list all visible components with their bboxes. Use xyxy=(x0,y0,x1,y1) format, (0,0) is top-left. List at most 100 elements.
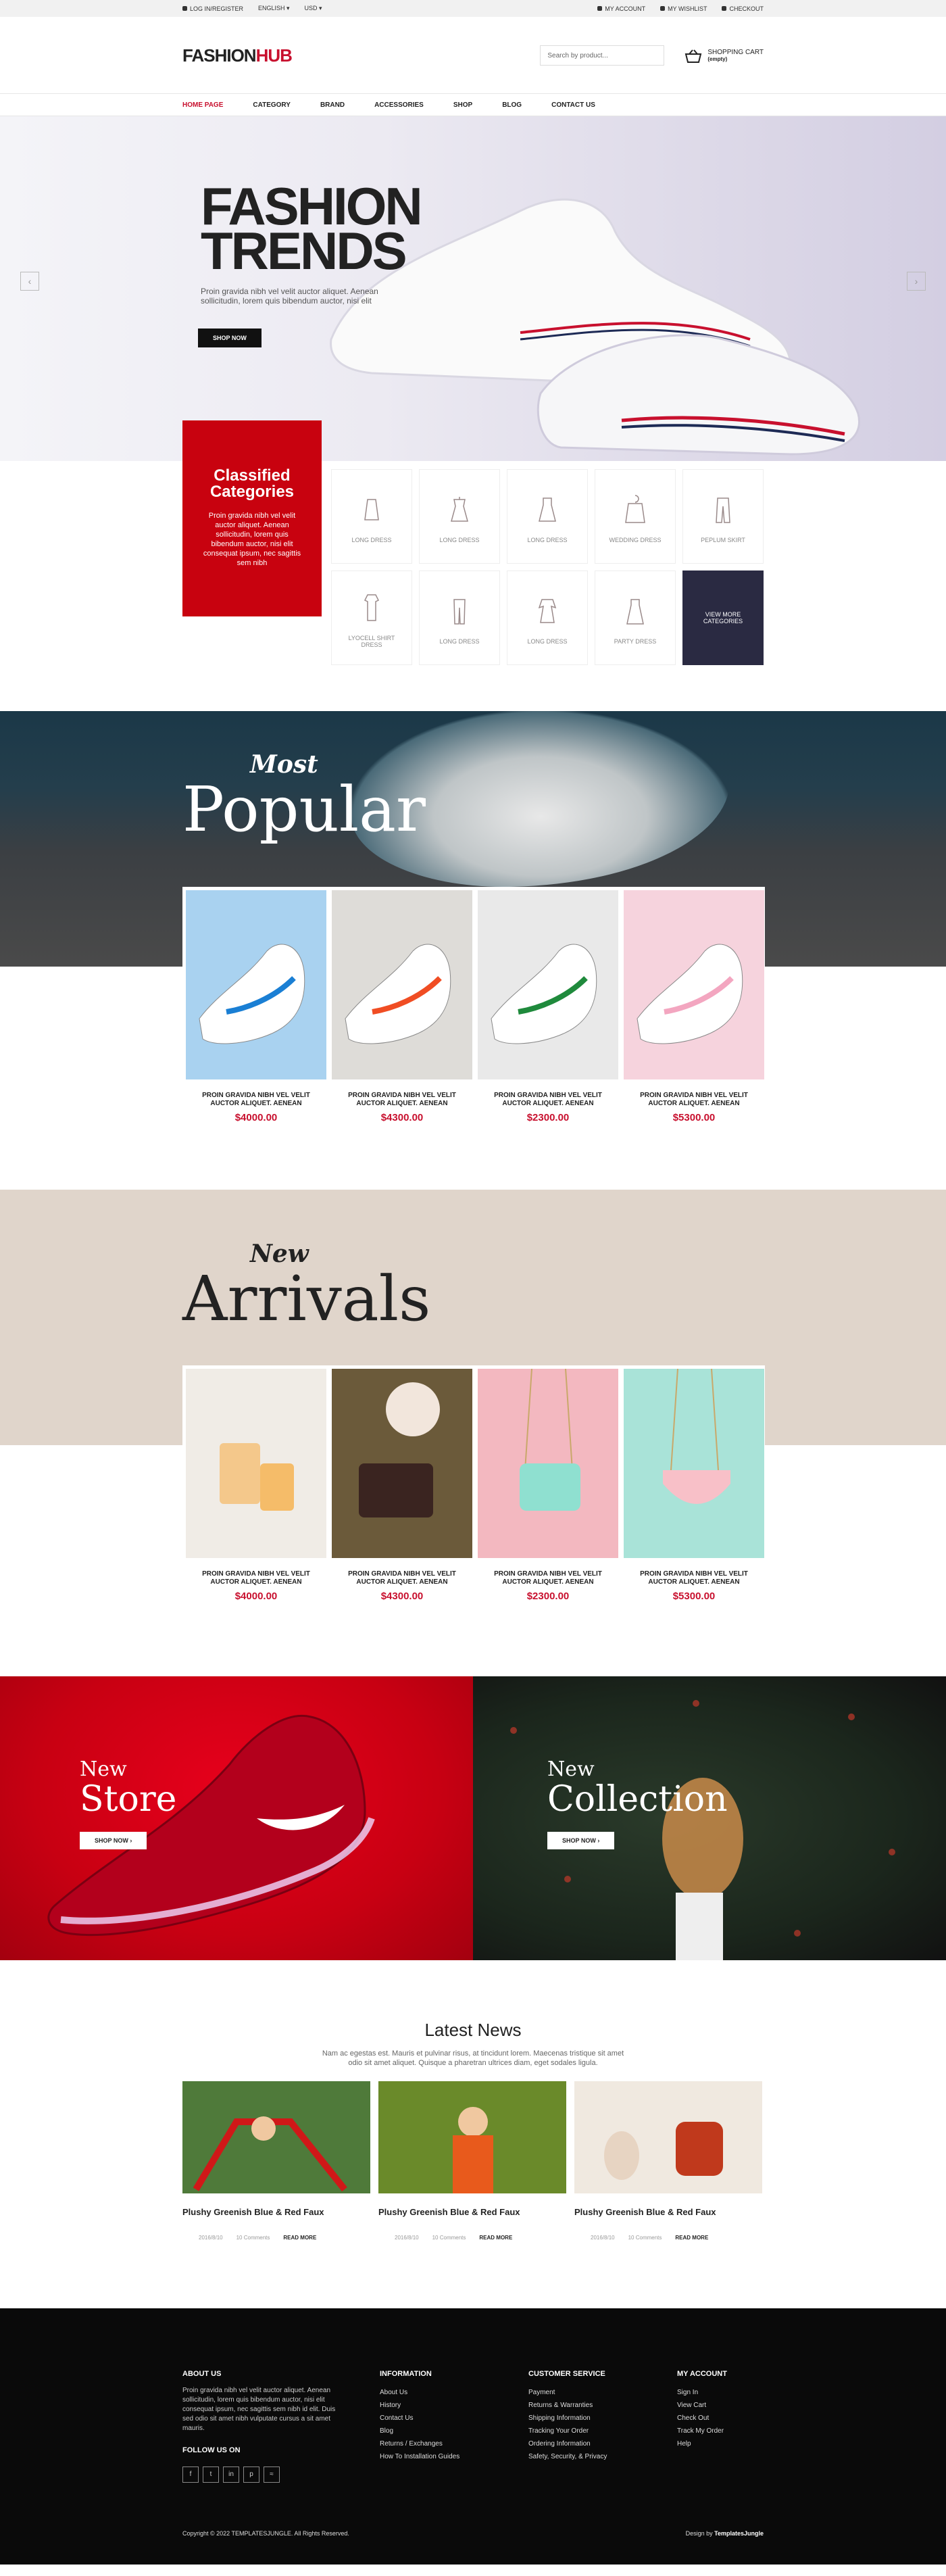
footer-link[interactable]: How To Installation Guides xyxy=(380,2450,528,2463)
footer-link[interactable]: Tracking Your Order xyxy=(528,2425,677,2437)
twitter-icon[interactable]: t xyxy=(203,2466,219,2483)
category-item[interactable]: LONG DRESS xyxy=(331,469,412,564)
news-title[interactable]: Plushy Greenish Blue & Red Faux xyxy=(574,2207,762,2217)
product-name[interactable]: PROIN GRAVIDA NIBH VEL VELIT AUCTOR ALIQ… xyxy=(186,1570,326,1586)
nav-blog[interactable]: BLOG xyxy=(502,101,522,109)
product-image[interactable] xyxy=(478,890,618,1079)
read-more-link[interactable]: READ MORE xyxy=(675,2235,708,2241)
product-image[interactable] xyxy=(332,1369,472,1558)
category-label: LONG DRESS xyxy=(527,537,568,543)
category-item[interactable]: WEDDING DRESS xyxy=(595,469,676,564)
new-store-banner[interactable]: New Store SHOP NOW › xyxy=(0,1676,473,1960)
category-item[interactable]: LONG DRESS xyxy=(507,570,588,665)
footer-link[interactable]: Returns & Warranties xyxy=(528,2399,677,2412)
read-more-link[interactable]: READ MORE xyxy=(283,2235,316,2241)
category-item[interactable]: LYOCELL SHIRT DRESS xyxy=(331,570,412,665)
news-image[interactable] xyxy=(378,2081,566,2193)
nav-category[interactable]: CATEGORY xyxy=(253,101,291,109)
footer-link[interactable]: Contact Us xyxy=(380,2412,528,2425)
nav-brand[interactable]: BRAND xyxy=(320,101,345,109)
news-title[interactable]: Plushy Greenish Blue & Red Faux xyxy=(182,2207,370,2217)
news-comments[interactable]: 10 Comments xyxy=(236,2235,270,2241)
product-card[interactable]: PROIN GRAVIDA NIBH VEL VELIT AUCTOR ALIQ… xyxy=(186,1369,326,1602)
footer-link[interactable]: View Cart xyxy=(677,2399,758,2412)
footer-link[interactable]: About Us xyxy=(380,2386,528,2399)
product-image[interactable] xyxy=(332,890,472,1079)
news-card[interactable]: Plushy Greenish Blue & Red Faux 2016/8/10… xyxy=(574,2081,762,2241)
design-credit-link[interactable]: TemplatesJungle xyxy=(714,2530,764,2537)
footer-link[interactable]: Ordering Information xyxy=(528,2437,677,2450)
footer-link[interactable]: Check Out xyxy=(677,2412,758,2425)
product-name[interactable]: PROIN GRAVIDA NIBH VEL VELIT AUCTOR ALIQ… xyxy=(332,1570,472,1586)
news-date: 2016/8/10 xyxy=(591,2235,615,2241)
product-name[interactable]: PROIN GRAVIDA NIBH VEL VELIT AUCTOR ALIQ… xyxy=(332,1092,472,1108)
account-link[interactable]: MY ACCOUNT xyxy=(597,5,645,12)
news-comments[interactable]: 10 Comments xyxy=(432,2235,466,2241)
footer-link[interactable]: History xyxy=(380,2399,528,2412)
read-more-link[interactable]: READ MORE xyxy=(479,2235,512,2241)
footer-link[interactable]: Sign In xyxy=(677,2386,758,2399)
product-image[interactable] xyxy=(478,1369,618,1558)
product-card[interactable]: PROIN GRAVIDA NIBH VEL VELIT AUCTOR ALIQ… xyxy=(624,1369,764,1602)
footer-link[interactable]: Shipping Information xyxy=(528,2412,677,2425)
product-card[interactable]: PROIN GRAVIDA NIBH VEL VELIT AUCTOR ALIQ… xyxy=(478,890,618,1123)
news-comments[interactable]: 10 Comments xyxy=(628,2235,662,2241)
information-title: INFORMATION xyxy=(380,2370,432,2378)
footer-link[interactable]: Returns / Exchanges xyxy=(380,2437,528,2450)
news-title[interactable]: Plushy Greenish Blue & Red Faux xyxy=(378,2207,566,2217)
facebook-icon[interactable]: f xyxy=(182,2466,199,2483)
product-card[interactable]: PROIN GRAVIDA NIBH VEL VELIT AUCTOR ALIQ… xyxy=(332,1369,472,1602)
product-name[interactable]: PROIN GRAVIDA NIBH VEL VELIT AUCTOR ALIQ… xyxy=(478,1092,618,1108)
news-image[interactable] xyxy=(182,2081,370,2193)
product-card[interactable]: PROIN GRAVIDA NIBH VEL VELIT AUCTOR ALIQ… xyxy=(478,1369,618,1602)
login-link[interactable]: LOG IN/REGISTER xyxy=(182,5,243,12)
language-select[interactable]: ENGLISH ▾ xyxy=(258,5,290,12)
category-item[interactable]: LONG DRESS xyxy=(419,469,500,564)
category-item[interactable]: PEPLUM SKIRT xyxy=(682,469,764,564)
new-store-shop-button[interactable]: SHOP NOW › xyxy=(80,1832,147,1849)
footer-link[interactable]: Track My Order xyxy=(677,2425,758,2437)
product-card[interactable]: PROIN GRAVIDA NIBH VEL VELIT AUCTOR ALIQ… xyxy=(186,890,326,1123)
product-image[interactable] xyxy=(186,1369,326,1558)
category-item[interactable]: PARTY DRESS xyxy=(595,570,676,665)
nav-shop[interactable]: SHOP xyxy=(453,101,472,109)
new-collection-banner[interactable]: New Collection SHOP NOW › xyxy=(473,1676,946,1960)
category-item[interactable]: LONG DRESS xyxy=(507,469,588,564)
currency-select[interactable]: USD ▾ xyxy=(305,5,322,12)
footer-link[interactable]: Help xyxy=(677,2437,758,2450)
footer-link[interactable]: Payment xyxy=(528,2386,677,2399)
nav-accessories[interactable]: ACCESSORIES xyxy=(374,101,424,109)
new-collection-title: New Collection xyxy=(547,1757,728,1818)
news-image[interactable] xyxy=(574,2081,762,2193)
wishlist-link[interactable]: MY WISHLIST xyxy=(660,5,707,12)
news-card[interactable]: Plushy Greenish Blue & Red Faux 2016/8/10… xyxy=(182,2081,370,2241)
product-name[interactable]: PROIN GRAVIDA NIBH VEL VELIT AUCTOR ALIQ… xyxy=(624,1092,764,1108)
rss-icon[interactable]: ≈ xyxy=(264,2466,280,2483)
view-more-categories[interactable]: VIEW MORE CATEGORIES xyxy=(682,570,764,665)
product-card[interactable]: PROIN GRAVIDA NIBH VEL VELIT AUCTOR ALIQ… xyxy=(624,890,764,1123)
checkout-link[interactable]: CHECKOUT xyxy=(722,5,764,12)
new-collection-shop-button[interactable]: SHOP NOW › xyxy=(547,1832,615,1849)
linkedin-icon[interactable]: in xyxy=(223,2466,239,2483)
nav-home[interactable]: HOME PAGE xyxy=(182,101,223,109)
news-card[interactable]: Plushy Greenish Blue & Red Faux 2016/8/10… xyxy=(378,2081,566,2241)
logo[interactable]: FASHIONHUB xyxy=(182,45,293,66)
hero-shop-button[interactable]: SHOP NOW xyxy=(198,329,262,347)
slider-next-button[interactable]: › xyxy=(907,272,926,291)
product-image[interactable] xyxy=(624,1369,764,1558)
product-card[interactable]: PROIN GRAVIDA NIBH VEL VELIT AUCTOR ALIQ… xyxy=(332,890,472,1123)
nav-contact[interactable]: CONTACT US xyxy=(551,101,595,109)
footer-link[interactable]: Blog xyxy=(380,2425,528,2437)
product-image[interactable] xyxy=(624,890,764,1079)
shopping-cart[interactable]: SHOPPING CART (empty) xyxy=(684,49,764,63)
product-name[interactable]: PROIN GRAVIDA NIBH VEL VELIT AUCTOR ALIQ… xyxy=(186,1092,326,1108)
product-image[interactable] xyxy=(186,890,326,1079)
search-input[interactable]: Search by product... xyxy=(540,45,665,66)
category-item[interactable]: LONG DRESS xyxy=(419,570,500,665)
categories-section: Classified Categories Proin gravida nibh… xyxy=(0,420,946,711)
footer-link[interactable]: Safety, Security, & Privacy xyxy=(528,2450,677,2463)
product-name[interactable]: PROIN GRAVIDA NIBH VEL VELIT AUCTOR ALIQ… xyxy=(624,1570,764,1586)
slider-prev-button[interactable]: ‹ xyxy=(20,272,39,291)
product-name[interactable]: PROIN GRAVIDA NIBH VEL VELIT AUCTOR ALIQ… xyxy=(478,1570,618,1586)
pinterest-icon[interactable]: p xyxy=(243,2466,259,2483)
